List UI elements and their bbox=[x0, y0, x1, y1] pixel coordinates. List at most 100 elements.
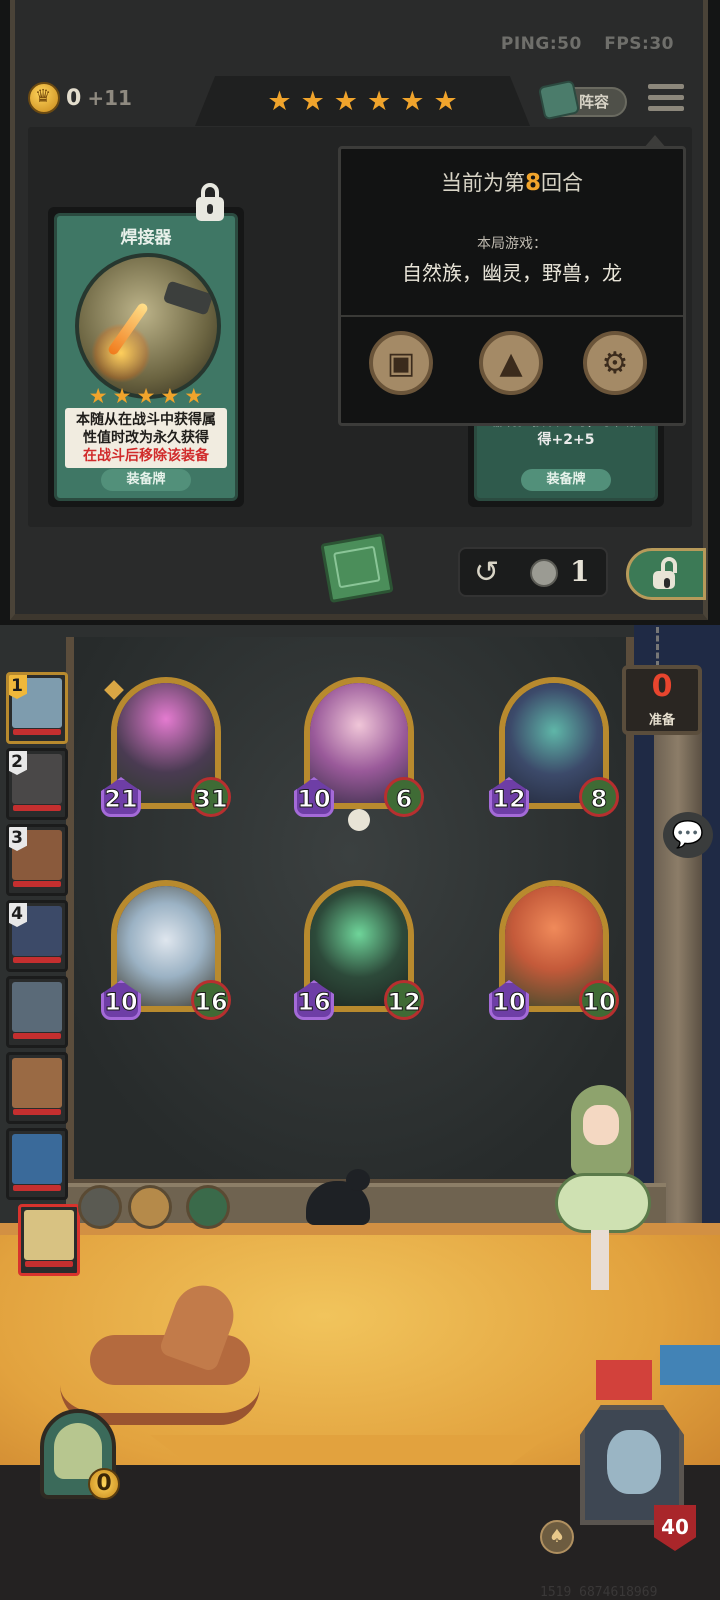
codex-book-button[interactable]: ▣ bbox=[369, 331, 433, 395]
refresh-icon: ↺ bbox=[474, 555, 500, 590]
player-gold: 0 bbox=[88, 1468, 120, 1500]
ready-count: 0 bbox=[651, 669, 673, 704]
minion-card[interactable]: 12 8 bbox=[489, 677, 619, 827]
gold-display: 0 +11 bbox=[28, 82, 132, 114]
hero-slot[interactable]: 4 bbox=[6, 900, 68, 972]
star-icon: ★ bbox=[333, 85, 358, 117]
hero-slot[interactable] bbox=[6, 976, 68, 1048]
card-description: 本随从在战斗中获得属 性值时改为永久获得 在战斗后移除该装备 bbox=[65, 408, 227, 468]
hero-health-bar bbox=[13, 729, 61, 735]
minion-card[interactable]: 10 16 bbox=[101, 880, 231, 1030]
coin-icon bbox=[530, 559, 558, 587]
toy-block bbox=[596, 1360, 652, 1400]
minion-card[interactable]: 21 31 bbox=[101, 677, 231, 827]
star-icon: ★ bbox=[267, 85, 292, 117]
star-icon: ★ bbox=[300, 85, 325, 117]
hero-slot[interactable]: 1 bbox=[6, 672, 68, 744]
hero-rank: 2 bbox=[9, 751, 27, 775]
card-face: 焊接器 ★ ★ ★ ★ ★ 本随从在战斗中获得属 性值时改为永久获得 在战斗后移… bbox=[54, 213, 238, 501]
minion-card[interactable]: 10 10 bbox=[489, 880, 619, 1030]
book-icon: ▣ bbox=[386, 345, 416, 381]
card-desc-line: 性值时改为永久获得 bbox=[83, 430, 209, 446]
card-stars: ★ ★ ★ ★ ★ bbox=[57, 384, 235, 408]
hero-slot[interactable] bbox=[6, 1128, 68, 1200]
health-stat: 12 bbox=[384, 980, 424, 1020]
refresh-button[interactable]: ↺ 1 bbox=[458, 547, 608, 597]
card-art-welder bbox=[75, 253, 221, 399]
health-stat: 8 bbox=[579, 777, 619, 817]
menu-button[interactable] bbox=[648, 84, 684, 118]
minion-card[interactable]: 10 6 bbox=[294, 677, 424, 831]
skull-icon bbox=[348, 809, 370, 831]
crown-coin-icon bbox=[28, 82, 60, 114]
star-icon: ★ bbox=[433, 85, 458, 117]
chain bbox=[656, 627, 666, 667]
settings-button[interactable]: ⚙ bbox=[583, 331, 647, 395]
card-type-label: 装备牌 bbox=[521, 469, 611, 491]
tavern-tier-stars: ★ ★ ★ ★ ★ ★ bbox=[195, 76, 530, 126]
game-screen: PING:50 FPS:30 0 +11 ★ ★ ★ ★ ★ ★ 阵容 bbox=[0, 0, 720, 1600]
star-icon: ★ bbox=[160, 384, 180, 408]
hero-slot-self[interactable] bbox=[18, 1204, 80, 1276]
star-icon: ★ bbox=[88, 384, 108, 408]
star-icon: ★ bbox=[367, 85, 392, 117]
gear-icon: ⚙ bbox=[601, 345, 629, 381]
toy-block bbox=[660, 1345, 720, 1385]
hero-slot[interactable]: 3 bbox=[6, 824, 68, 896]
divider bbox=[341, 315, 683, 317]
health-stat: 10 bbox=[579, 980, 619, 1020]
health-stat: 6 bbox=[384, 777, 424, 817]
star-icon: ★ bbox=[136, 384, 156, 408]
shop-area: PING:50 FPS:30 0 +11 ★ ★ ★ ★ ★ ★ 阵容 bbox=[0, 0, 720, 625]
freeze-lock-button[interactable] bbox=[626, 548, 706, 600]
ping-label: PING:50 bbox=[500, 34, 582, 54]
network-stats: PING:50 FPS:30 bbox=[485, 34, 674, 54]
refresh-cost: 1 bbox=[570, 555, 590, 588]
card-title: 焊接器 bbox=[120, 228, 172, 248]
lock-icon[interactable] bbox=[193, 183, 227, 221]
hero-rank: 1 bbox=[9, 675, 27, 699]
spellbook-icon[interactable] bbox=[320, 532, 394, 604]
game-tribes: 自然族，幽灵，野兽，龙 bbox=[402, 261, 622, 285]
game-tribes-label: 本局游戏： bbox=[477, 236, 547, 252]
lineup-icon bbox=[537, 79, 581, 121]
card-type-label: 装备牌 bbox=[101, 469, 191, 491]
lineup-button[interactable]: 阵容 bbox=[537, 79, 627, 121]
hero-health-bar bbox=[25, 1261, 73, 1267]
hero-rank: 4 bbox=[9, 903, 27, 927]
hero-avatar bbox=[12, 982, 62, 1032]
hero-avatar bbox=[24, 1210, 74, 1260]
spade-icon[interactable]: ♠ bbox=[540, 1520, 574, 1554]
shelf-token bbox=[186, 1185, 230, 1229]
menu-bar bbox=[648, 106, 684, 111]
shop-card-welder[interactable]: 焊接器 ★ ★ ★ ★ ★ 本随从在战斗中获得属 性值时改为永久获得 在战斗后移… bbox=[48, 207, 244, 507]
shelf-token bbox=[128, 1185, 172, 1229]
hero-health-bar bbox=[13, 957, 61, 963]
card-desc-warning: 在战斗后移除该装备 bbox=[83, 448, 209, 464]
chat-button[interactable]: 💬 bbox=[663, 812, 713, 858]
lineup-label: 阵容 bbox=[579, 93, 610, 111]
watermark: 1519 6874618969 bbox=[540, 1585, 658, 1600]
minion-card[interactable]: 16 12 bbox=[294, 880, 424, 1030]
hat-icon: ▲ bbox=[499, 345, 523, 381]
hero-slot[interactable]: 2 bbox=[6, 748, 68, 820]
chat-bubble-icon: 💬 bbox=[671, 820, 705, 850]
shelf-token bbox=[78, 1185, 122, 1229]
hero-health-bar bbox=[13, 1185, 61, 1191]
gold-value: 0 bbox=[66, 85, 82, 111]
cat-figure bbox=[306, 1169, 370, 1225]
ready-counter: 0 准备 bbox=[622, 665, 702, 735]
hero-slot[interactable] bbox=[6, 1052, 68, 1124]
health-stat: 31 bbox=[191, 777, 231, 817]
battle-board: 21 31 10 6 12 8 10 16 16 12 10 10 1 2 3 … bbox=[0, 625, 720, 1600]
hero-avatar bbox=[12, 1058, 62, 1108]
gold-income: +11 bbox=[87, 86, 132, 110]
fps-label: FPS:30 bbox=[604, 34, 674, 54]
round-info-popup: 当前为第8回合 本局游戏： 自然族，幽灵，野兽，龙 ▣ ▲ ⚙ bbox=[338, 135, 686, 426]
star-icon: ★ bbox=[400, 85, 425, 117]
popup-pointer bbox=[643, 135, 667, 149]
card-desc-line: 本随从在战斗中获得属 bbox=[76, 412, 216, 428]
hat-button[interactable]: ▲ bbox=[479, 331, 543, 395]
hero-health-bar bbox=[13, 805, 61, 811]
hero-rank: 3 bbox=[9, 827, 27, 851]
